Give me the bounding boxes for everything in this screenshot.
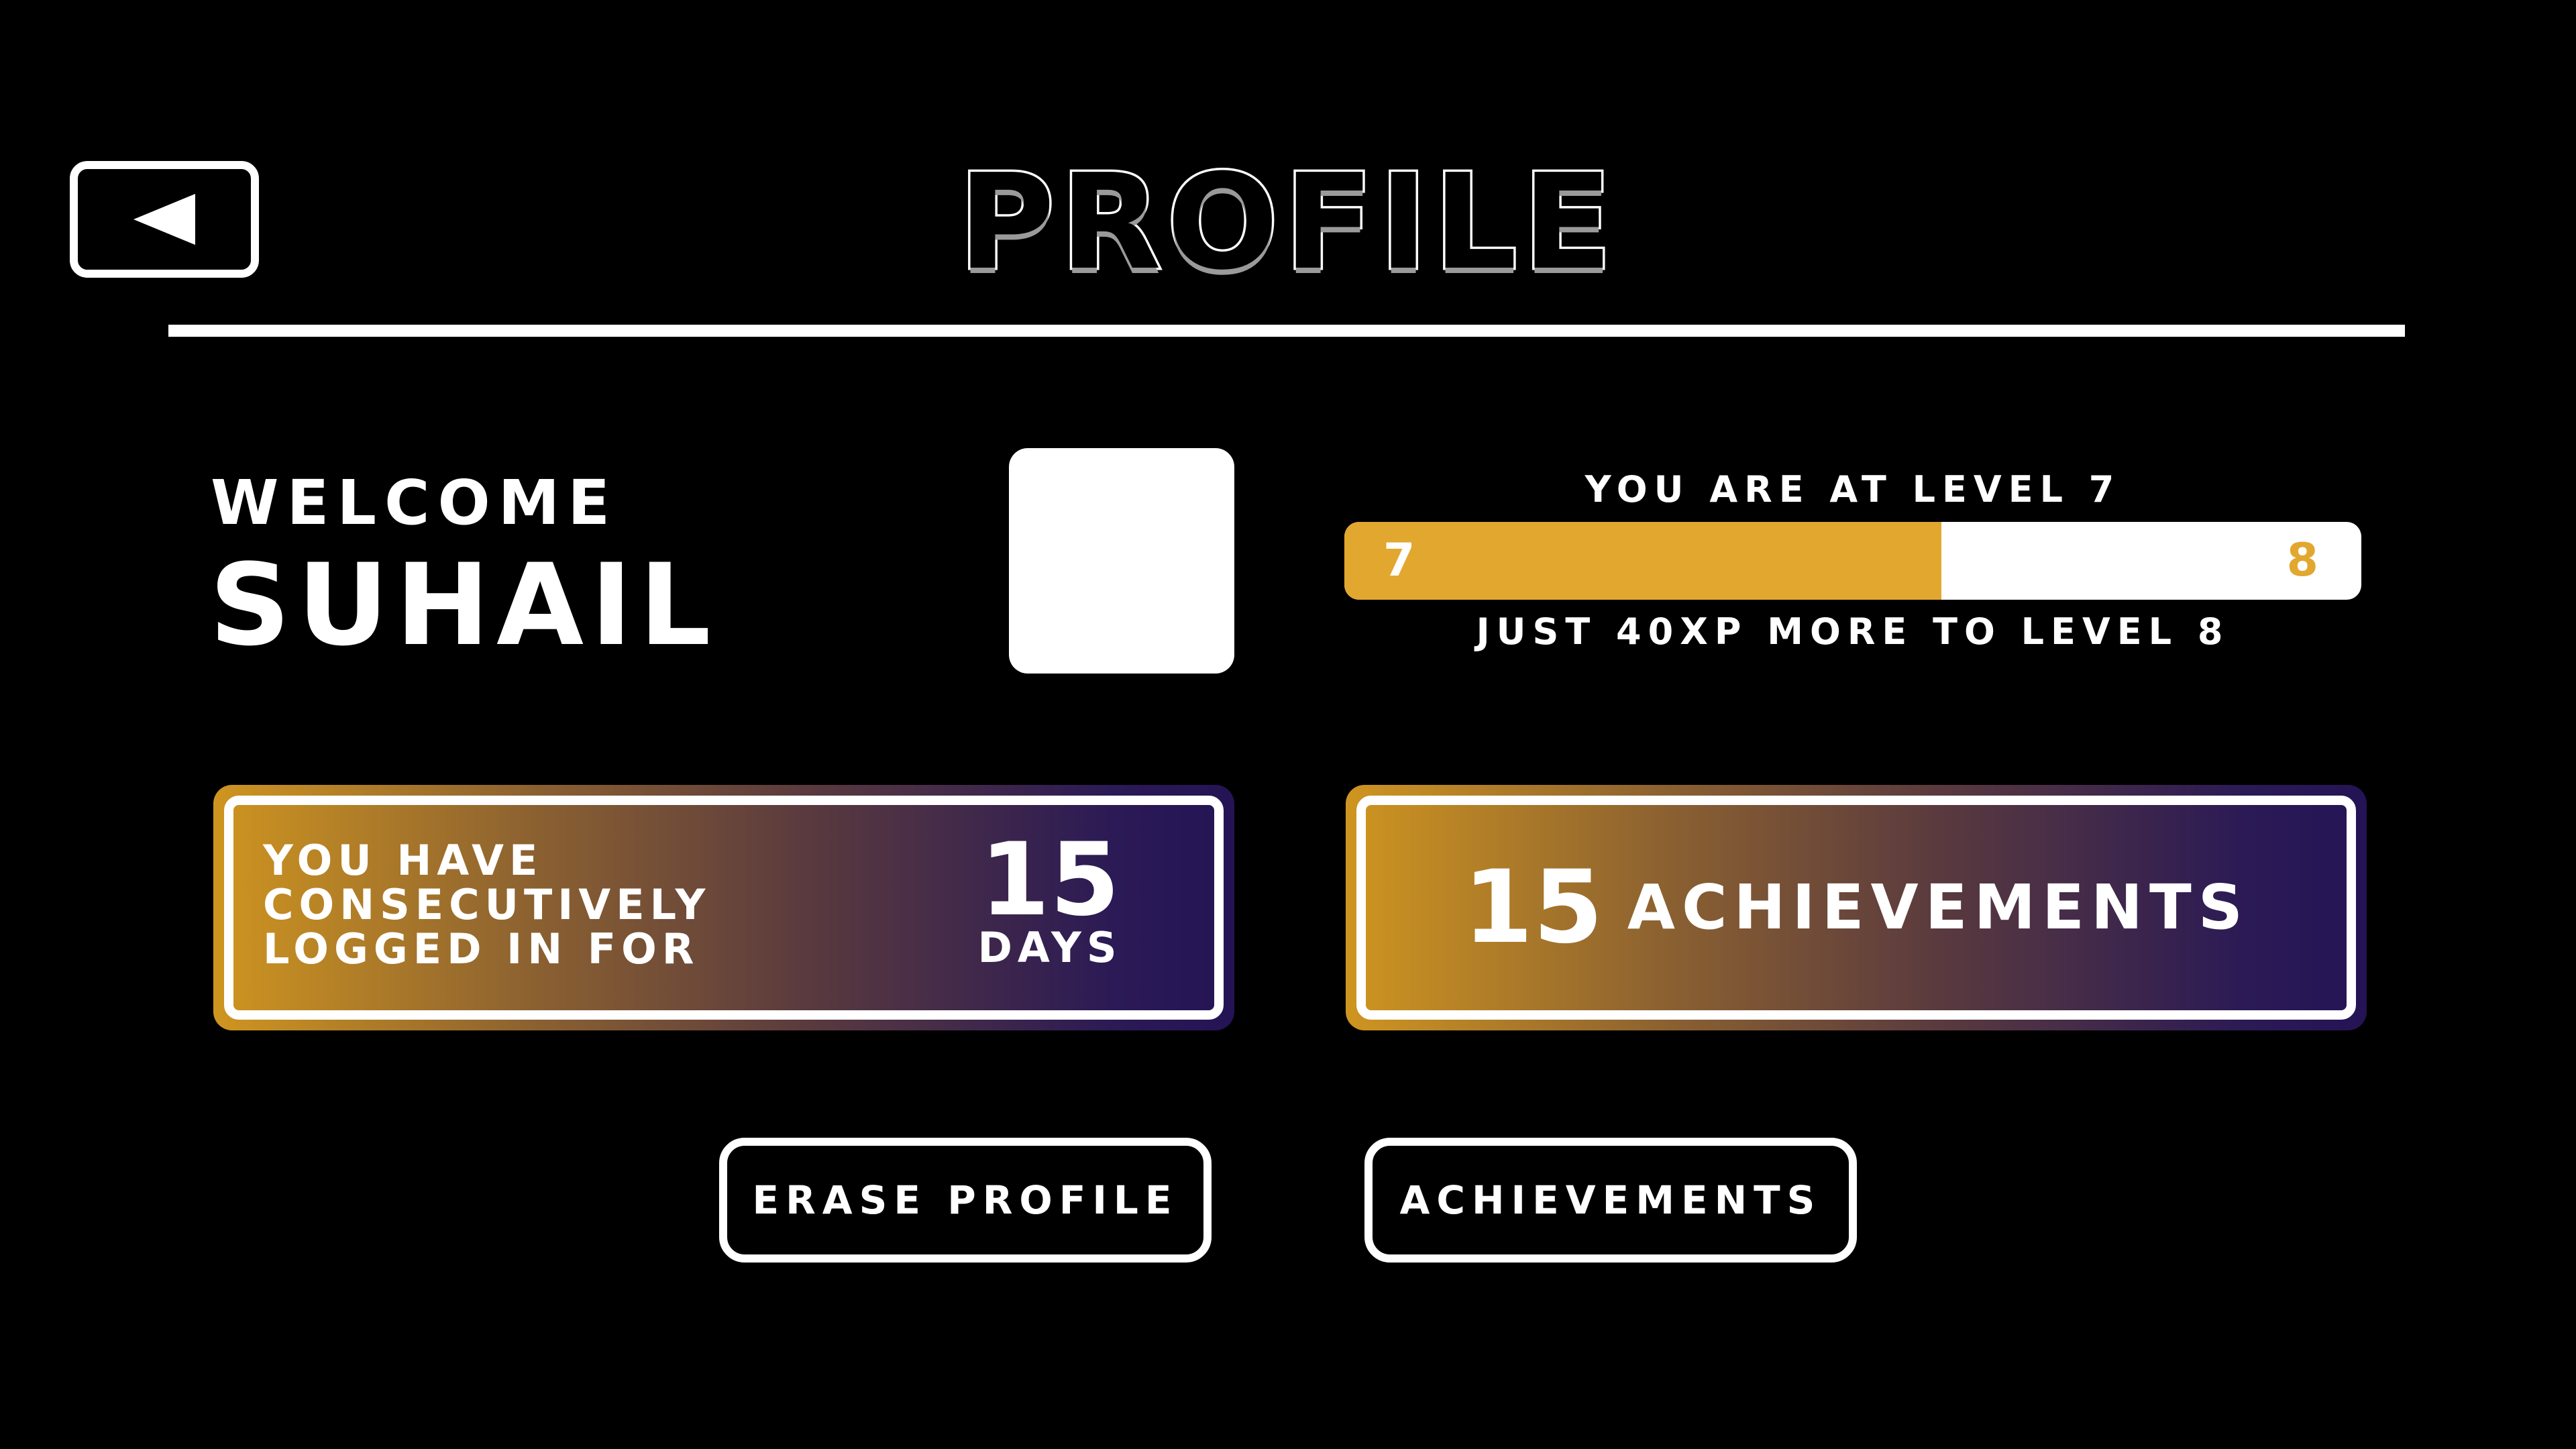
streak-line: YOU HAVE	[263, 836, 543, 885]
page-title: PROFILE	[956, 146, 1618, 299]
achievements-count: 15	[1463, 849, 1603, 966]
login-streak-text: YOU HAVE CONSECUTIVELY LOGGED IN FOR	[263, 839, 773, 971]
avatar[interactable]	[1009, 448, 1234, 674]
header-divider	[168, 325, 2405, 337]
user-name: SUHAIL	[209, 539, 718, 671]
level-xp-remaining: JUST 40XP MORE TO LEVEL 8	[1476, 610, 2230, 653]
login-streak-count: 15	[979, 822, 1120, 938]
streak-line: CONSECUTIVELY	[263, 880, 711, 929]
level-title: YOU ARE AT LEVEL 7	[1585, 468, 2121, 511]
erase-profile-button[interactable]: ERASE PROFILE	[719, 1138, 1212, 1263]
login-streak-unit: DAYS	[977, 923, 1122, 972]
achievements-summary: 15 ACHIEVEMENTS	[1346, 785, 2367, 1030]
level-progress-bar: 7 8	[1344, 522, 2361, 600]
achievements-button[interactable]: ACHIEVEMENTS	[1364, 1138, 1857, 1263]
level-progress-fill	[1344, 522, 1941, 600]
level-current-label: 7	[1383, 534, 1415, 587]
streak-line: LOGGED IN FOR	[263, 924, 700, 973]
achievements-count-label: ACHIEVEMENTS	[1627, 871, 2249, 943]
level-next-label: 8	[2286, 534, 2318, 587]
welcome-label: WELCOME	[211, 467, 619, 539]
